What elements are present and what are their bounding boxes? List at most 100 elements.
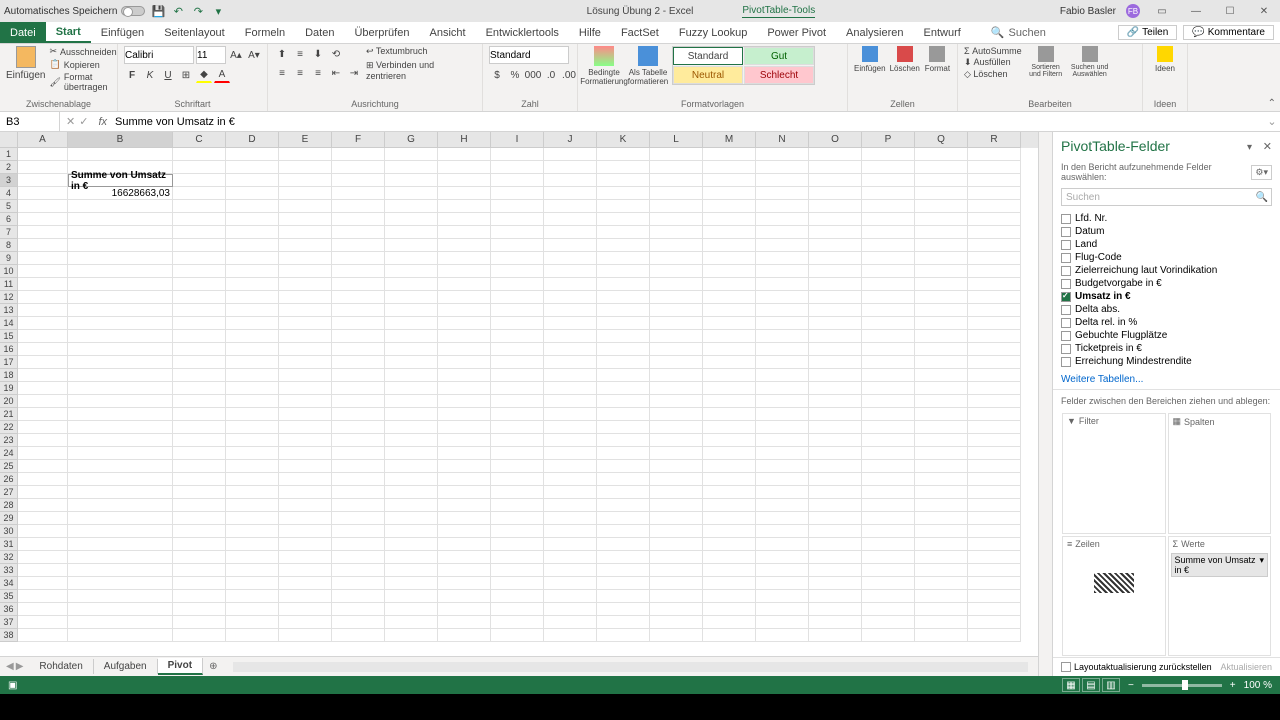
col-header-O[interactable]: O bbox=[809, 132, 862, 148]
cell-E34[interactable] bbox=[279, 577, 332, 590]
cell-G37[interactable] bbox=[385, 616, 438, 629]
cell-D30[interactable] bbox=[226, 525, 279, 538]
cell-Q10[interactable] bbox=[915, 265, 968, 278]
cell-R7[interactable] bbox=[968, 226, 1021, 239]
cell-A31[interactable] bbox=[18, 538, 68, 551]
cell-M13[interactable] bbox=[703, 304, 756, 317]
cell-G38[interactable] bbox=[385, 629, 438, 642]
cell-E9[interactable] bbox=[279, 252, 332, 265]
row-header-30[interactable]: 30 bbox=[0, 525, 18, 538]
cell-G6[interactable] bbox=[385, 213, 438, 226]
cell-J23[interactable] bbox=[544, 434, 597, 447]
col-header-G[interactable]: G bbox=[385, 132, 438, 148]
page-layout-view-icon[interactable]: ▤ bbox=[1082, 678, 1100, 692]
row-header-1[interactable]: 1 bbox=[0, 148, 18, 161]
gear-icon[interactable]: ⚙▾ bbox=[1251, 165, 1272, 180]
defer-layout-checkbox[interactable]: Layoutaktualisierung zurückstellen bbox=[1061, 662, 1212, 672]
cell-J33[interactable] bbox=[544, 564, 597, 577]
cell-L15[interactable] bbox=[650, 330, 703, 343]
cell-R29[interactable] bbox=[968, 512, 1021, 525]
cell-E13[interactable] bbox=[279, 304, 332, 317]
cell-H34[interactable] bbox=[438, 577, 491, 590]
cell-N37[interactable] bbox=[756, 616, 809, 629]
cell-N25[interactable] bbox=[756, 460, 809, 473]
cell-N29[interactable] bbox=[756, 512, 809, 525]
cell-O8[interactable] bbox=[809, 239, 862, 252]
cell-Q18[interactable] bbox=[915, 369, 968, 382]
cell-M21[interactable] bbox=[703, 408, 756, 421]
cell-O28[interactable] bbox=[809, 499, 862, 512]
cell-Q33[interactable] bbox=[915, 564, 968, 577]
cell-K16[interactable] bbox=[597, 343, 650, 356]
cell-R35[interactable] bbox=[968, 590, 1021, 603]
cell-I23[interactable] bbox=[491, 434, 544, 447]
cell-E19[interactable] bbox=[279, 382, 332, 395]
cell-L11[interactable] bbox=[650, 278, 703, 291]
fx-icon[interactable]: fx bbox=[94, 116, 111, 128]
cell-C4[interactable] bbox=[173, 187, 226, 200]
cell-K8[interactable] bbox=[597, 239, 650, 252]
col-header-L[interactable]: L bbox=[650, 132, 703, 148]
cell-K34[interactable] bbox=[597, 577, 650, 590]
cell-E14[interactable] bbox=[279, 317, 332, 330]
cell-O36[interactable] bbox=[809, 603, 862, 616]
cell-H29[interactable] bbox=[438, 512, 491, 525]
cell-H27[interactable] bbox=[438, 486, 491, 499]
row-header-6[interactable]: 6 bbox=[0, 213, 18, 226]
cell-I11[interactable] bbox=[491, 278, 544, 291]
cell-D31[interactable] bbox=[226, 538, 279, 551]
style-schlecht[interactable]: Schlecht bbox=[744, 66, 814, 84]
share-button[interactable]: 🔗 Teilen bbox=[1118, 25, 1178, 40]
cell-G20[interactable] bbox=[385, 395, 438, 408]
cell-Q5[interactable] bbox=[915, 200, 968, 213]
cell-H17[interactable] bbox=[438, 356, 491, 369]
cell-L33[interactable] bbox=[650, 564, 703, 577]
increase-font-icon[interactable]: A▴ bbox=[228, 47, 244, 63]
cell-A37[interactable] bbox=[18, 616, 68, 629]
cell-J11[interactable] bbox=[544, 278, 597, 291]
row-header-21[interactable]: 21 bbox=[0, 408, 18, 421]
field-item-11[interactable]: Erreichung Mindestrendite bbox=[1061, 355, 1272, 368]
cell-P36[interactable] bbox=[862, 603, 915, 616]
cell-F33[interactable] bbox=[332, 564, 385, 577]
cell-C14[interactable] bbox=[173, 317, 226, 330]
cell-D26[interactable] bbox=[226, 473, 279, 486]
cell-L29[interactable] bbox=[650, 512, 703, 525]
cell-E37[interactable] bbox=[279, 616, 332, 629]
cell-P17[interactable] bbox=[862, 356, 915, 369]
cell-R14[interactable] bbox=[968, 317, 1021, 330]
cell-L14[interactable] bbox=[650, 317, 703, 330]
row-header-23[interactable]: 23 bbox=[0, 434, 18, 447]
paste-button[interactable]: Einfügen bbox=[6, 46, 45, 81]
redo-icon[interactable]: ↷ bbox=[191, 4, 205, 18]
cell-P21[interactable] bbox=[862, 408, 915, 421]
cell-O21[interactable] bbox=[809, 408, 862, 421]
tab-ansicht[interactable]: Ansicht bbox=[419, 22, 475, 43]
cell-L38[interactable] bbox=[650, 629, 703, 642]
cell-K4[interactable] bbox=[597, 187, 650, 200]
cell-C8[interactable] bbox=[173, 239, 226, 252]
cell-D2[interactable] bbox=[226, 161, 279, 174]
cell-I38[interactable] bbox=[491, 629, 544, 642]
cell-J7[interactable] bbox=[544, 226, 597, 239]
cell-A33[interactable] bbox=[18, 564, 68, 577]
zoom-out-icon[interactable]: − bbox=[1128, 680, 1134, 691]
cell-I19[interactable] bbox=[491, 382, 544, 395]
cell-L28[interactable] bbox=[650, 499, 703, 512]
cell-I36[interactable] bbox=[491, 603, 544, 616]
cell-K21[interactable] bbox=[597, 408, 650, 421]
cell-M22[interactable] bbox=[703, 421, 756, 434]
vertical-scrollbar[interactable] bbox=[1038, 132, 1052, 676]
cell-Q4[interactable] bbox=[915, 187, 968, 200]
cell-G7[interactable] bbox=[385, 226, 438, 239]
cell-D35[interactable] bbox=[226, 590, 279, 603]
cell-B10[interactable] bbox=[68, 265, 173, 278]
cell-L3[interactable] bbox=[650, 174, 703, 187]
copy-button[interactable]: 📋 Kopieren bbox=[49, 59, 116, 70]
cell-B15[interactable] bbox=[68, 330, 173, 343]
cell-L34[interactable] bbox=[650, 577, 703, 590]
cell-C27[interactable] bbox=[173, 486, 226, 499]
cell-M38[interactable] bbox=[703, 629, 756, 642]
cell-E24[interactable] bbox=[279, 447, 332, 460]
bold-button[interactable]: F bbox=[124, 67, 140, 83]
